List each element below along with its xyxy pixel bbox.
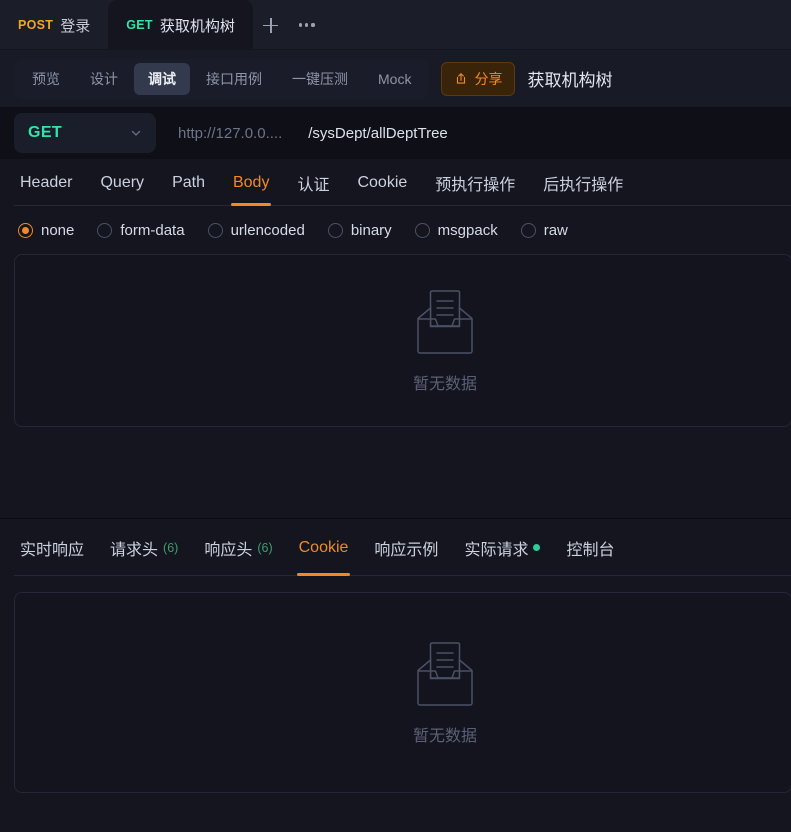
mode-testcase[interactable]: 接口用例	[192, 63, 276, 95]
body-type-label: binary	[350, 221, 392, 239]
resptab-realtime[interactable]: 实时响应	[20, 519, 84, 576]
resptab-response-headers[interactable]: 响应头 (6)	[204, 519, 272, 576]
body-type-raw[interactable]: raw	[520, 221, 568, 239]
url-host-input[interactable]: http://127.0.0....	[178, 125, 282, 142]
tab-prescript[interactable]: 预执行操作	[435, 159, 515, 206]
mode-preview[interactable]: 预览	[18, 63, 74, 95]
resptab-label: 实时响应	[20, 541, 85, 559]
http-method-value: GET	[28, 124, 63, 141]
window-tab-dept-tree[interactable]: GET 获取机构树	[108, 0, 253, 50]
ellipsis-icon	[299, 23, 315, 27]
empty-caption: 暂无数据	[412, 727, 477, 745]
tab-query[interactable]: Query	[100, 159, 144, 206]
mode-debug[interactable]: 调试	[134, 62, 190, 95]
tab-title-label: 获取机构树	[159, 17, 235, 35]
http-method-select[interactable]: GET	[14, 113, 156, 153]
request-title: 获取机构树	[527, 71, 613, 90]
window-tab-login[interactable]: POST 登录	[0, 0, 108, 50]
status-dot-icon	[533, 544, 541, 551]
url-bar: GET http://127.0.0.... /sysDept/allDeptT…	[0, 107, 791, 159]
mode-toolbar: 预览 设计 调试 接口用例 一键压测 Mock 分享 获取机构树	[0, 50, 791, 107]
body-type-none[interactable]: none	[18, 222, 74, 239]
chevron-down-icon	[131, 130, 141, 136]
panel-gap	[0, 427, 791, 518]
request-tabs: Header Query Path Body 认证 Cookie 预执行操作 后…	[0, 159, 791, 206]
response-content-panel: 暂无数据	[14, 592, 791, 793]
tab-cookie[interactable]: Cookie	[357, 159, 407, 206]
body-type-label: urlencoded	[230, 221, 305, 239]
resptab-count: (6)	[163, 540, 179, 555]
window-tab-strip: POST 登录 GET 获取机构树	[0, 0, 791, 50]
resptab-console[interactable]: 控制台	[566, 519, 614, 576]
plus-icon	[263, 17, 279, 33]
body-type-label: form-data	[120, 221, 185, 239]
body-type-label: msgpack	[437, 221, 498, 239]
body-type-binary[interactable]: binary	[327, 221, 392, 239]
tab-more-button[interactable]	[289, 0, 325, 50]
resptab-label: 控制台	[566, 541, 615, 559]
tab-body[interactable]: Body	[230, 159, 272, 206]
resptab-label: 响应示例	[374, 541, 439, 559]
radio-dot-icon	[207, 222, 223, 238]
radio-dot-icon	[520, 222, 536, 238]
resptab-label: 请求头	[110, 541, 159, 559]
response-tabs: 实时响应 请求头 (6) 响应头 (6) Cookie 响应示例 实际请求 控制…	[0, 519, 791, 576]
radio-dot-icon	[327, 222, 343, 238]
response-panel-gap	[0, 576, 791, 592]
share-label: 分享	[474, 70, 503, 87]
response-empty-state: 暂无数据	[413, 640, 477, 746]
mode-segmented-control: 预览 设计 调试 接口用例 一键压测 Mock	[14, 58, 430, 99]
radio-dot-icon	[97, 222, 113, 238]
mode-mock[interactable]: Mock	[364, 65, 425, 93]
share-button[interactable]: 分享	[441, 61, 516, 96]
tab-method-label: GET	[126, 18, 153, 32]
body-content-panel: 暂无数据	[14, 254, 791, 427]
mode-stress[interactable]: 一键压测	[278, 63, 362, 95]
body-type-label: raw	[543, 221, 568, 239]
mode-design[interactable]: 设计	[76, 63, 132, 95]
tab-path[interactable]: Path	[172, 159, 205, 206]
radio-dot-icon	[18, 222, 33, 238]
tab-title-label: 登录	[60, 17, 91, 35]
tab-header[interactable]: Header	[20, 159, 72, 206]
url-path-input[interactable]: /sysDept/allDeptTree	[308, 125, 448, 142]
resptab-response-example[interactable]: 响应示例	[374, 519, 438, 576]
resptab-count: (6)	[257, 540, 273, 555]
empty-caption: 暂无数据	[412, 375, 477, 393]
resptab-actual-request[interactable]: 实际请求	[464, 519, 541, 576]
share-export-icon	[457, 72, 466, 84]
body-type-form-data[interactable]: form-data	[97, 221, 185, 239]
resptab-request-headers[interactable]: 请求头 (6)	[110, 519, 178, 576]
tab-method-label: POST	[18, 18, 54, 32]
resptab-label: Cookie	[298, 538, 349, 556]
resptab-label: 响应头	[204, 541, 253, 559]
url-input-group[interactable]: http://127.0.0.... /sysDept/allDeptTree	[156, 113, 777, 153]
body-type-radio-group: none form-data urlencoded binary msgpack…	[0, 206, 791, 254]
tab-auth[interactable]: 认证	[297, 159, 329, 206]
body-type-msgpack[interactable]: msgpack	[414, 221, 498, 239]
body-empty-state: 暂无数据	[413, 288, 477, 394]
empty-inbox-icon	[417, 289, 473, 354]
resptab-cookie[interactable]: Cookie	[296, 519, 351, 576]
tab-postscript[interactable]: 后执行操作	[543, 159, 623, 206]
radio-dot-icon	[414, 222, 430, 238]
body-type-label: none	[41, 221, 75, 239]
empty-inbox-icon	[417, 641, 473, 706]
body-type-urlencoded[interactable]: urlencoded	[207, 221, 305, 239]
resptab-label: 实际请求	[464, 541, 529, 559]
new-tab-button[interactable]	[253, 0, 289, 50]
